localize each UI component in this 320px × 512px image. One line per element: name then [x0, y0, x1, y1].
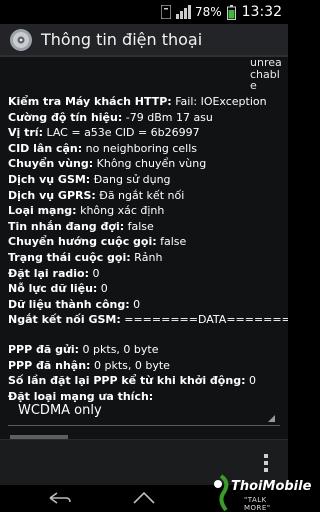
home-icon[interactable] [124, 487, 164, 509]
page-title: Thông tin điện thoại [41, 30, 203, 49]
ppp-row: PPP đã nhận: 0 pkts, 0 byte [8, 358, 170, 372]
watermark-brand: ThoiMobile [231, 479, 312, 494]
signal-icon [175, 5, 192, 19]
phone-info-list[interactable]: unrea chabl e Kiểm tra Máy khách HTTP: F… [0, 57, 288, 439]
info-row: Vị trí: LAC = a53e CID = 6b26997 [8, 126, 200, 140]
phone-info-icon[interactable] [9, 28, 33, 52]
status-bar: 78% 13:32 [0, 0, 288, 24]
info-row: Chuyển hướng cuộc gọi: false [8, 235, 187, 249]
back-icon[interactable] [40, 487, 80, 509]
battery-percent: 78% [194, 5, 222, 19]
info-rows: Kiểm tra Máy khách HTTP: Fail: IOExcepti… [8, 94, 288, 404]
info-row: Ngắt kết nối GSM: ========DATA======= [8, 313, 288, 327]
info-row: Tin nhắn đang đợi: false [8, 219, 154, 233]
ppp-row: PPP đã gửi: 0 pkts, 0 byte [8, 342, 159, 356]
info-row: Đặt lại radio: 0 [8, 266, 100, 280]
preferred-network-value: WCDMA only [18, 403, 102, 418]
info-row: Kiểm tra Máy khách HTTP: Fail: IOExcepti… [8, 95, 267, 108]
info-row: Loại mạng: không xác định [8, 204, 165, 218]
dropdown-arrow-icon [268, 415, 275, 422]
notification-icon [160, 5, 171, 19]
clock: 13:32 [241, 4, 282, 20]
ppp-row: Số lần đặt lại PPP kể từ khi khởi động: … [8, 374, 256, 388]
action-bar: Thông tin điện thoại [0, 24, 288, 57]
info-row: Dữ liệu thành công: 0 [8, 297, 141, 311]
info-row: Cường độ tín hiệu: -79 dBm 17 asu [8, 110, 213, 124]
battery-icon [226, 4, 236, 20]
watermark-tagline: "TALK MORE" [244, 496, 271, 512]
info-row: Dịch vụ GPRS: Đã ngắt kết nối [8, 188, 185, 202]
info-row: Dịch vụ GSM: Đang sử dụng [8, 172, 171, 186]
info-row: Chuyển vùng: Không chuyển vùng [8, 157, 207, 171]
preferred-network-spinner[interactable]: WCDMA only [8, 398, 280, 426]
watermark-logo: ThoiMobile "TALK MORE" [208, 470, 311, 512]
info-row: Nỗ lực dữ liệu: 0 [8, 282, 108, 296]
info-row: CID lân cận: no neighboring cells [8, 141, 198, 155]
wrapped-value-fragment: unrea chabl e [250, 57, 282, 92]
info-row: Trạng thái cuộc gọi: Rảnh [8, 250, 163, 264]
